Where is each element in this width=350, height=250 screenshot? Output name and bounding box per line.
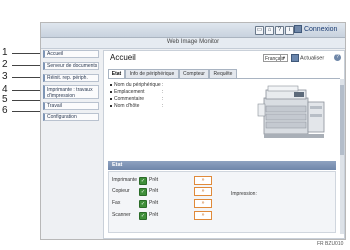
page-title: Accueil: [110, 53, 136, 62]
device-info-label: Nom du périphérique: [114, 82, 161, 88]
device-info-value: :: [162, 103, 164, 109]
status-row-state: Prêt: [149, 212, 159, 218]
ready-icon: ✓: [139, 212, 147, 220]
help-icon[interactable]: ?: [275, 26, 284, 35]
home-icon[interactable]: ⌂: [265, 26, 274, 35]
sidebar-item-label: Configuration: [47, 114, 77, 120]
language-select[interactable]: Français ▼: [263, 54, 288, 62]
device-info-value: :: [162, 89, 164, 95]
sidebar-item-label: Travail: [47, 103, 62, 109]
status-details-label: Impression:: [231, 191, 257, 197]
status-row-label: Scanner: [112, 212, 131, 218]
details-arrow-button[interactable]: »: [194, 199, 212, 208]
sidebar-item-reset-device[interactable]: Réinit. rep. périph.: [43, 74, 99, 82]
tab-divider: [108, 78, 340, 79]
sidebar-item-label: Réinit. rep. périph.: [47, 75, 88, 81]
sidebar-item-configuration[interactable]: Configuration: [43, 113, 99, 121]
chevron-down-icon: ▼: [280, 55, 287, 61]
callout-5: 5: [2, 94, 8, 105]
device-info-value: :: [162, 96, 164, 102]
status-row-state: Prêt: [149, 200, 159, 206]
device-info-label: Nom d'hôte: [114, 103, 140, 109]
monitor-icon[interactable]: ▭: [255, 26, 264, 35]
details-arrow-button[interactable]: »: [194, 187, 212, 196]
status-row-label: Copieur: [112, 188, 130, 194]
callout-line: [12, 53, 42, 54]
info-icon[interactable]: i: [285, 26, 294, 35]
device-info-row: Nom d'hôte:: [110, 103, 163, 109]
device-info-label: Commentaire: [114, 96, 145, 102]
status-section-header: Etat: [108, 161, 336, 170]
ready-icon: ✓: [139, 188, 147, 196]
sidebar-item-label: Accueil: [47, 51, 64, 57]
sidebar-item-document-server[interactable]: Serveur de documents: [43, 62, 99, 70]
main-panel: Accueil Français ▼ Actualiser ? Etat Inf…: [103, 50, 345, 239]
refresh-label: Actualiser: [300, 55, 325, 62]
status-row-label: Fax: [112, 200, 121, 206]
status-row: Imprimante ✓ Prêt »: [112, 176, 237, 185]
status-row-state: Prêt: [149, 177, 159, 183]
figure-code: FR BZU010: [317, 241, 344, 247]
device-info-value: :: [162, 82, 164, 88]
refresh-button[interactable]: Actualiser: [291, 54, 324, 62]
status-row: Fax ✓ Prêt »: [112, 199, 237, 208]
callout-6: 6: [2, 105, 8, 116]
status-row-label: Imprimante: [112, 177, 138, 183]
title-bar: Web Image Monitor: [41, 38, 345, 49]
login-icon: [294, 25, 302, 33]
callout-2: 2: [2, 59, 8, 70]
refresh-icon: [291, 54, 299, 62]
callout-3: 3: [2, 71, 8, 82]
sidebar-item-accueil[interactable]: Accueil: [43, 50, 99, 58]
scrollbar-thumb[interactable]: [340, 85, 344, 155]
device-info-row: Emplacement:: [110, 89, 163, 95]
callout-line: [12, 65, 42, 66]
sidebar-item-job[interactable]: Travail: [43, 102, 99, 110]
device-info-row: Commentaire:: [110, 96, 163, 102]
device-info-label: Emplacement: [114, 89, 145, 95]
sidebar-item-label: Serveur de documents: [47, 63, 98, 69]
callout-1: 1: [2, 47, 8, 58]
status-row-state: Prêt: [149, 188, 159, 194]
details-arrow-button[interactable]: »: [194, 211, 212, 220]
app-title: Web Image Monitor: [166, 39, 220, 45]
ready-icon: ✓: [139, 177, 147, 185]
sidebar: Accueil Serveur de documents Réinit. rep…: [41, 49, 101, 239]
status-row: Scanner ✓ Prêt »: [112, 211, 237, 220]
login-link[interactable]: Connexion: [294, 25, 337, 33]
ready-icon: ✓: [139, 200, 147, 208]
top-toolbar: ▭ ⌂ ? i Connexion: [41, 23, 345, 38]
login-label: Connexion: [303, 25, 338, 33]
sidebar-item-label: Imprimante : travaux d'impression: [47, 87, 93, 99]
callout-line: [12, 100, 42, 101]
callout-line: [12, 77, 42, 78]
printer-image: [257, 85, 325, 138]
device-info-row: Nom du périphérique:: [110, 82, 164, 88]
callout-line: [12, 90, 42, 91]
help-button[interactable]: ?: [334, 54, 341, 61]
details-arrow-button[interactable]: »: [194, 176, 212, 185]
status-panel: Imprimante ✓ Prêt » Copieur ✓ Prêt » Fax…: [108, 171, 336, 233]
sidebar-item-print-jobs[interactable]: Imprimante : travaux d'impression: [43, 85, 99, 99]
callout-line: [12, 111, 42, 112]
browser-window: ▭ ⌂ ? i Connexion Web Image Monitor Accu…: [40, 22, 346, 240]
status-row: Copieur ✓ Prêt »: [112, 187, 237, 196]
